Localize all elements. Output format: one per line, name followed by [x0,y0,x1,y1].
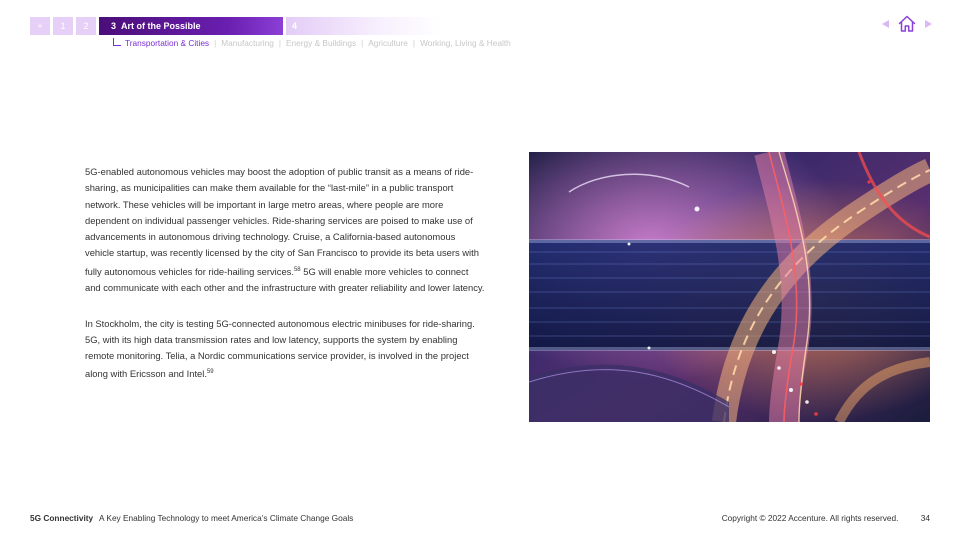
paragraph-2-text: In Stockholm, the city is testing 5G-con… [85,317,475,380]
home-icon[interactable] [897,14,917,34]
nav-tab-3-active[interactable]: 3 Art of the Possible [99,17,283,35]
footer-title: 5G Connectivity A Key Enabling Technolog… [30,513,353,523]
nav-tab-1[interactable]: 1 [53,17,73,35]
paragraph-autonomous-vehicles: 5G-enabled autonomous vehicles may boost… [85,164,485,297]
footer-right: Copyright © 2022 Accenture. All rights r… [722,513,930,523]
subnav-separator: | [412,38,416,48]
nav-tab-plus[interactable]: + [30,17,50,35]
article-body: 5G-enabled autonomous vehicles may boost… [85,164,485,383]
section-nav: + 1 2 3 Art of the Possible 4 [30,17,441,35]
subnav-agriculture[interactable]: Agriculture [368,38,408,48]
page-nav-controls [882,14,932,34]
subnav-transportation-cities[interactable]: Transportation & Cities [125,38,209,48]
footer: 5G Connectivity A Key Enabling Technolog… [30,513,930,523]
nav-tab-3-label: Art of the Possible [121,21,201,31]
page-number: 34 [920,513,930,523]
footer-brand: 5G Connectivity [30,513,94,523]
paragraph-stockholm: In Stockholm, the city is testing 5G-con… [85,316,485,383]
subnav-energy-buildings[interactable]: Energy & Buildings [286,38,356,48]
subnav-manufacturing[interactable]: Manufacturing [221,38,274,48]
subnav-working-living-health[interactable]: Working, Living & Health [420,38,511,48]
reference-59[interactable]: 59 [207,369,214,375]
reference-58[interactable]: 58 [294,267,301,273]
highway-photo-graphic [529,152,930,422]
nav-tab-4[interactable]: 4 [286,17,441,35]
subnav-separator: | [278,38,281,48]
next-page-icon[interactable] [925,20,932,28]
nav-tab-2[interactable]: 2 [76,17,96,35]
subsection-nav: Transportation & Cities | Manufacturing … [113,37,511,48]
highway-interchange-photo [529,152,930,422]
previous-page-icon[interactable] [882,20,889,28]
subnav-separator: | [361,38,364,48]
corner-arrow-icon [113,37,121,46]
nav-tab-3-number: 3 [111,21,117,31]
subnav-separator: | [214,38,217,48]
footer-copyright: Copyright © 2022 Accenture. All rights r… [721,513,899,523]
paragraph-1-text: 5G-enabled autonomous vehicles may boost… [85,166,479,277]
footer-subtitle: A Key Enabling Technology to meet Americ… [99,513,354,523]
